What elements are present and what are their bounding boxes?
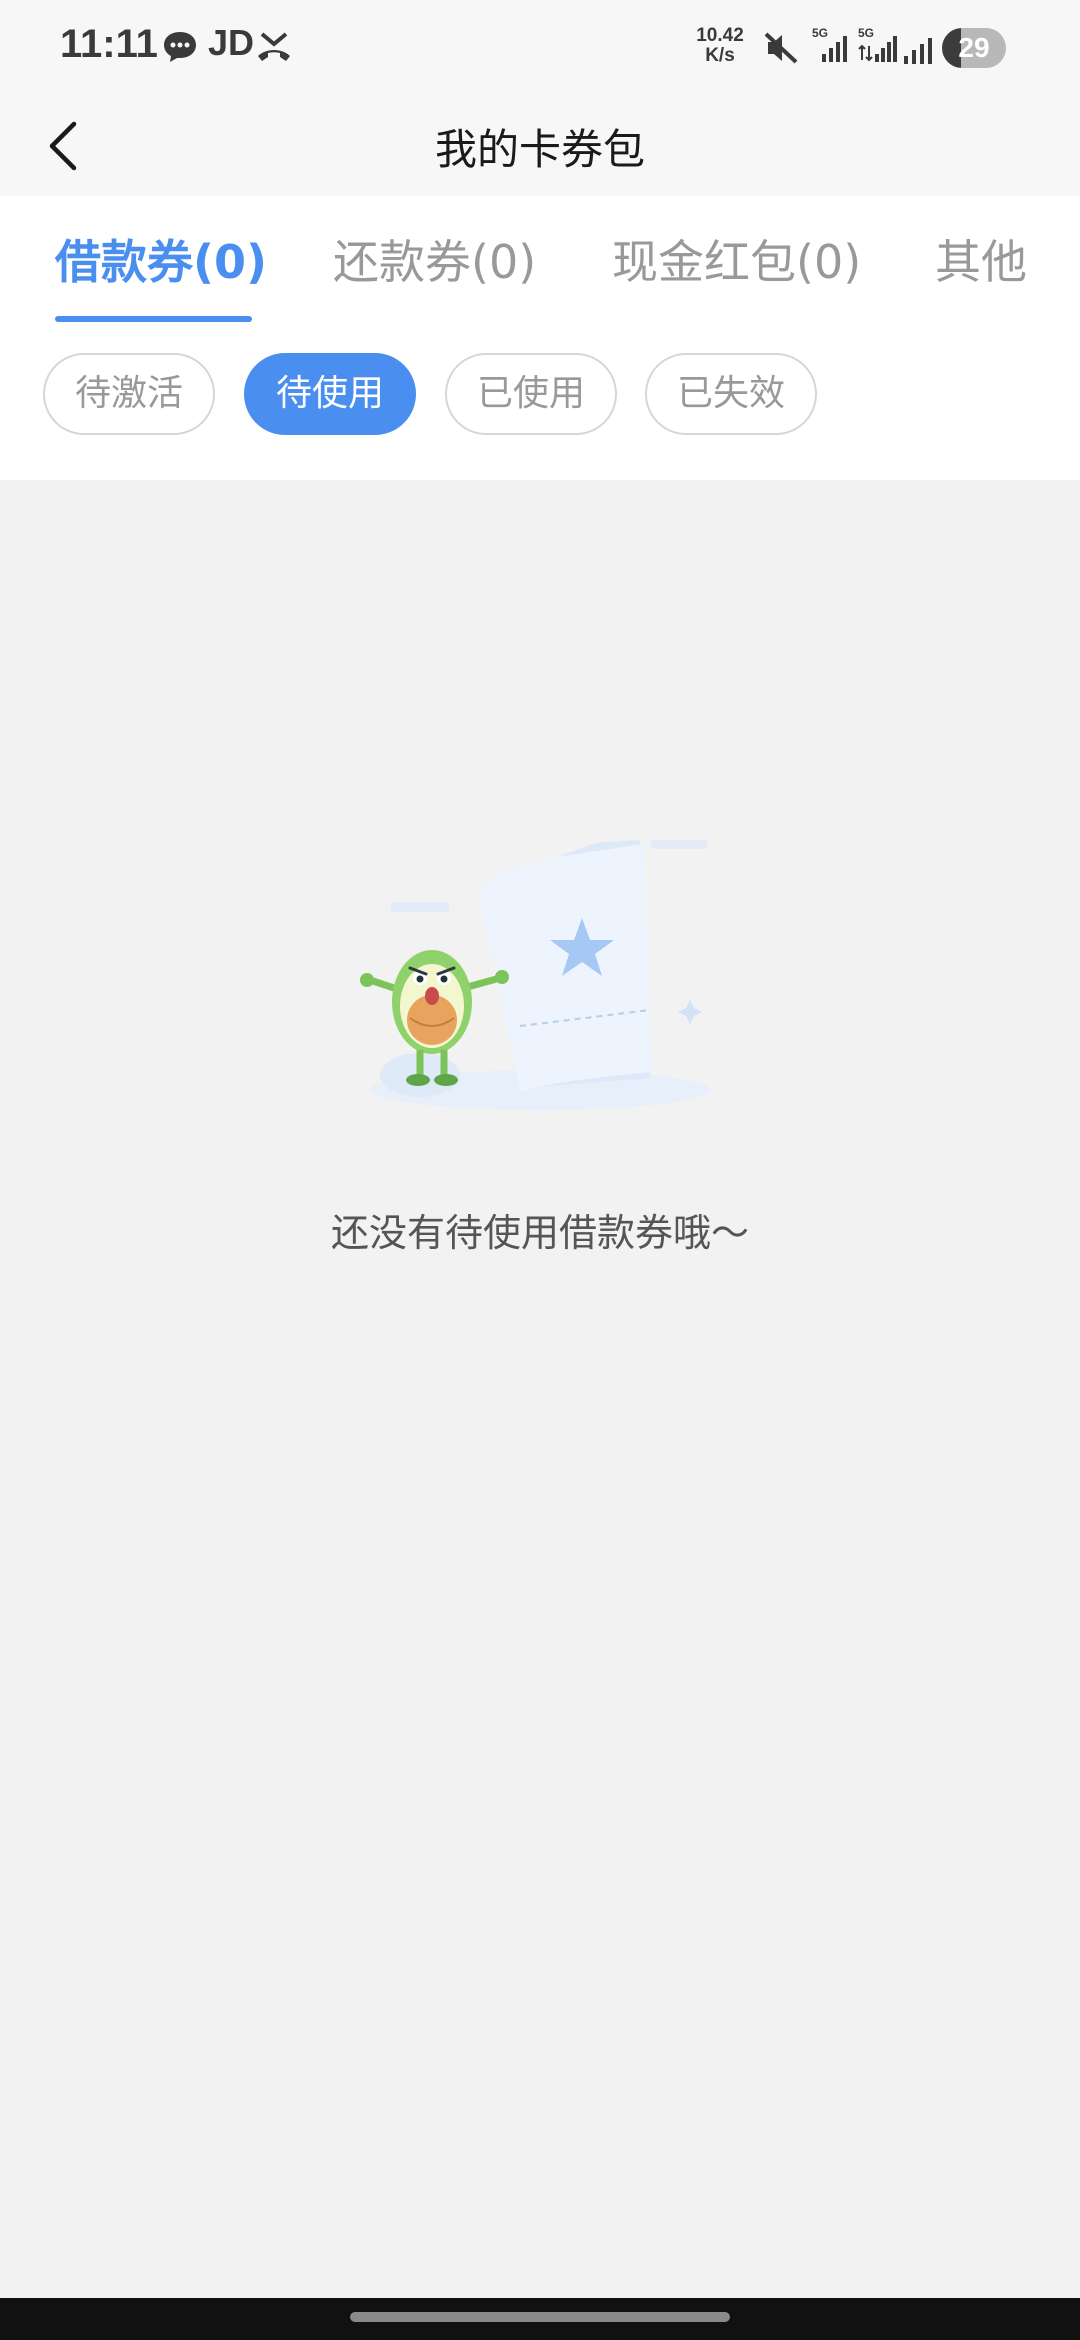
net-speed-value: 10.42 bbox=[696, 25, 744, 46]
tab-cash-red-packets[interactable]: 现金红包(0) bbox=[612, 226, 861, 292]
active-tab-indicator bbox=[55, 316, 252, 322]
mute-icon bbox=[762, 30, 800, 66]
battery-icon: 29 bbox=[942, 28, 1006, 68]
signal-icon: 5G bbox=[812, 26, 852, 66]
nav-bar: 我的卡券包 bbox=[0, 96, 1080, 196]
empty-state-illustration bbox=[350, 830, 730, 1130]
filter-ready-to-use[interactable]: 待使用 bbox=[244, 353, 416, 435]
battery-level: 29 bbox=[958, 32, 990, 63]
home-indicator[interactable] bbox=[350, 2312, 730, 2322]
status-bar: 11:11 JD 10.42 K/s 5G 5G 29 bbox=[0, 0, 1080, 96]
system-nav-bar bbox=[0, 2298, 1080, 2340]
filter-expired[interactable]: 已失效 bbox=[645, 353, 817, 435]
tab-panel: 借款券(0) 还款券(0) 现金红包(0) 其他 待激活 待使用 已使用 已失效 bbox=[0, 196, 1080, 480]
tab-other[interactable]: 其他 bbox=[935, 226, 1027, 292]
tab-borrow-coupons[interactable]: 借款券(0) bbox=[55, 226, 267, 292]
signal-icon: 5G bbox=[858, 26, 898, 66]
tab-repay-coupons[interactable]: 还款券(0) bbox=[333, 226, 536, 292]
filter-used[interactable]: 已使用 bbox=[445, 353, 617, 435]
missed-call-icon bbox=[254, 30, 294, 64]
empty-state-message: 还没有待使用借款券哦～ bbox=[330, 1211, 749, 1255]
chat-bubble-icon bbox=[162, 30, 198, 64]
signal-label-2: 5G bbox=[858, 26, 874, 40]
signal-label-1: 5G bbox=[812, 26, 828, 40]
net-speed: 10.42 K/s bbox=[690, 26, 750, 66]
signal-icon bbox=[902, 32, 938, 66]
page-title: 我的卡券包 bbox=[434, 125, 645, 174]
screen: 11:11 JD 10.42 K/s 5G 5G 29 我的卡券包 借款券(0)… bbox=[0, 0, 1080, 2340]
net-speed-unit: K/s bbox=[705, 45, 735, 66]
status-app-label: JD bbox=[208, 22, 255, 63]
filter-pending-activation[interactable]: 待激活 bbox=[43, 353, 215, 435]
status-time: 11:11 bbox=[60, 22, 158, 66]
